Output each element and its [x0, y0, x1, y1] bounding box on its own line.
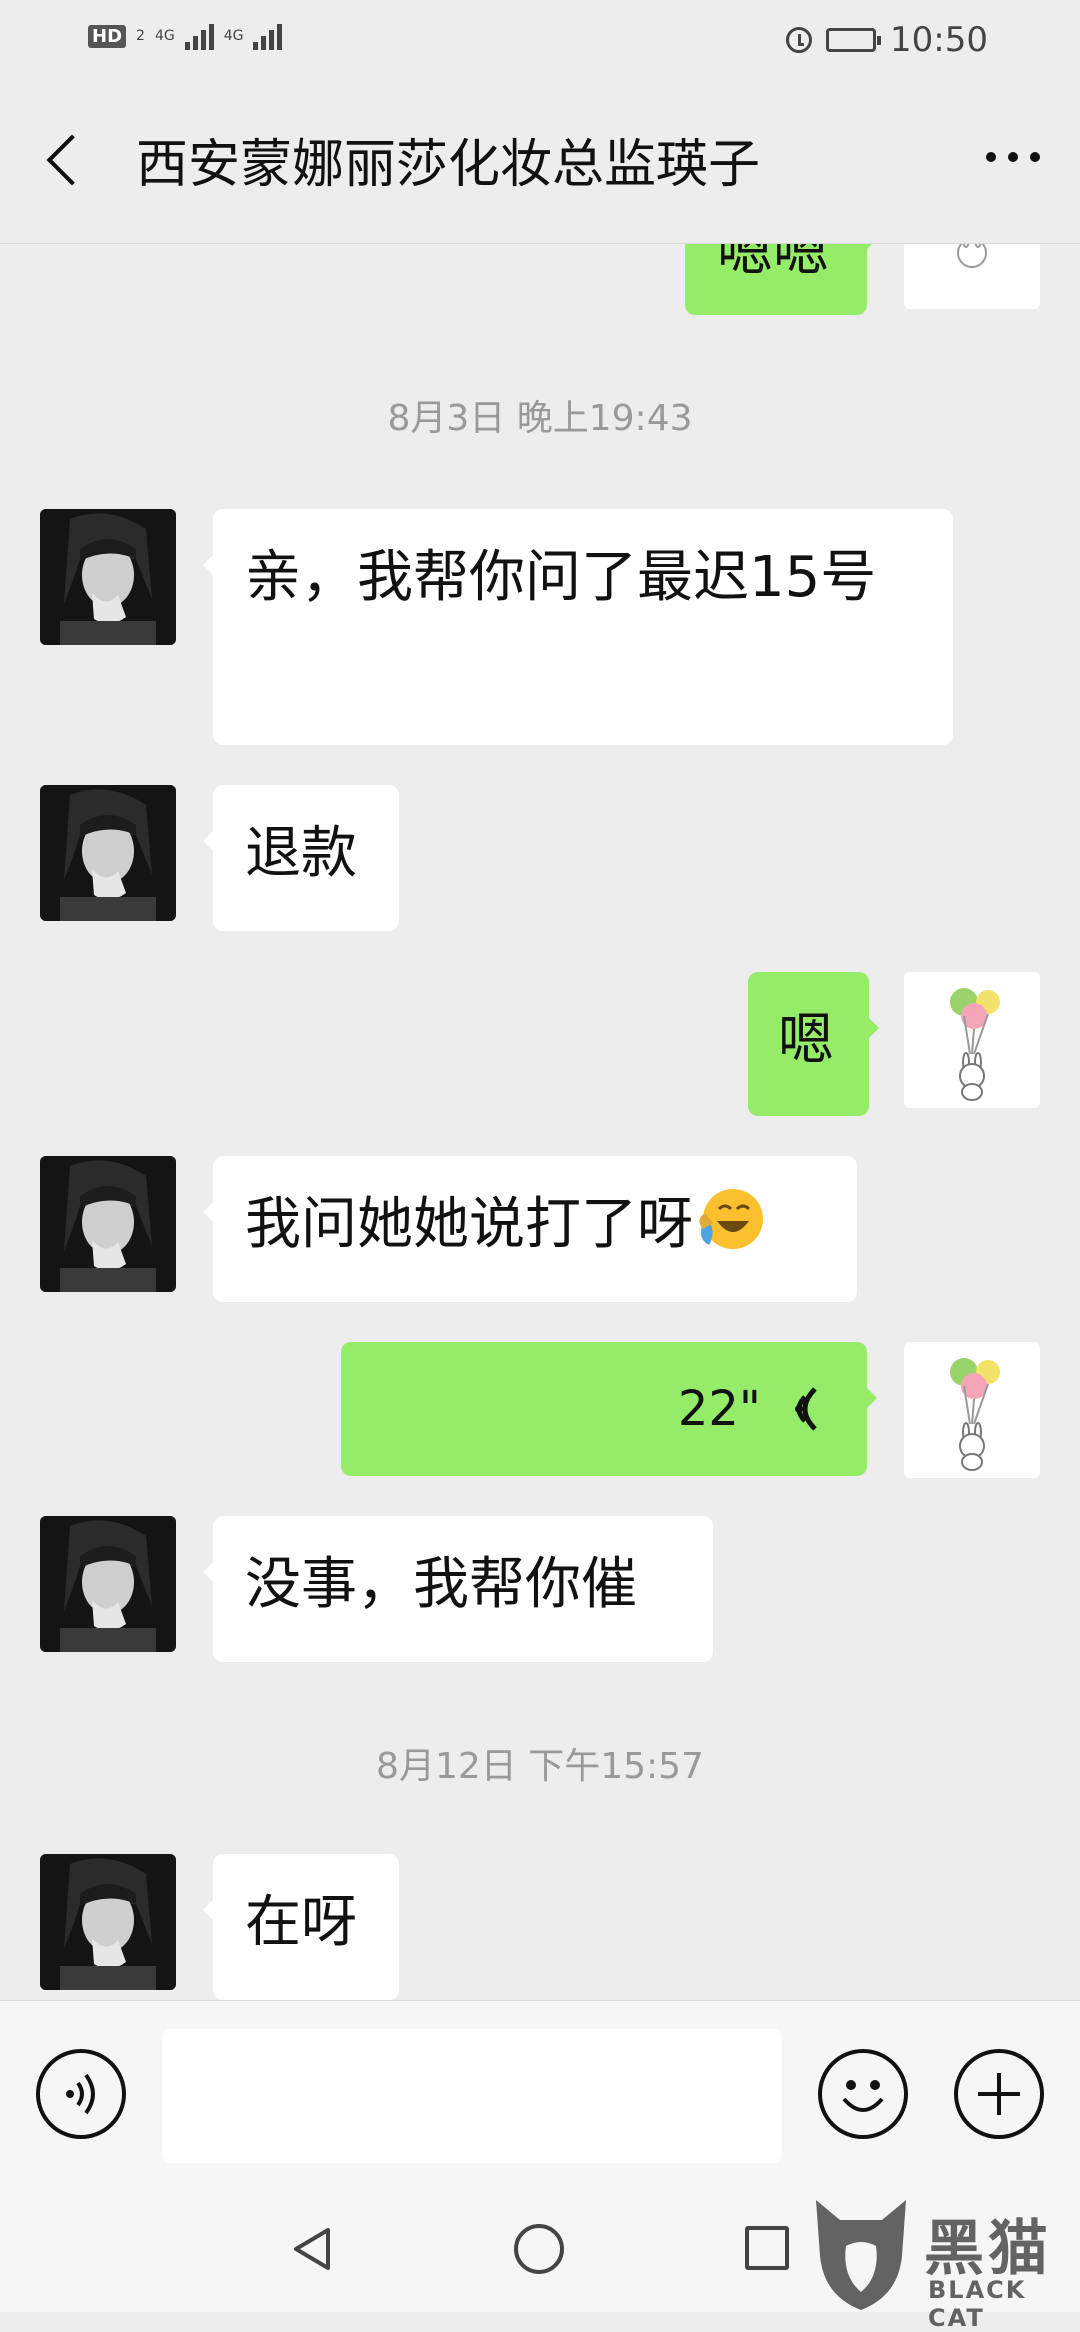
- nav-recent-icon[interactable]: [745, 2226, 789, 2270]
- timestamp: 8月3日 晚上19:43: [387, 398, 693, 439]
- battery-icon: [826, 28, 882, 52]
- chat-header: 西安蒙娜丽莎化妆总监瑛子: [0, 80, 1080, 244]
- voice-message-bubble[interactable]: 22": [341, 1342, 877, 1476]
- back-icon[interactable]: [40, 120, 100, 200]
- face-with-tears-of-joy-emoji: [699, 1189, 763, 1249]
- message-text: 嗯嗯: [717, 243, 829, 284]
- contact-avatar[interactable]: [40, 1156, 176, 1292]
- timestamp: 8月12日 下午15:57: [376, 1746, 704, 1787]
- message-bubble-incoming[interactable]: 我问她她说打了呀: [203, 1156, 857, 1302]
- message-bubble-incoming[interactable]: 亲，我帮你问了最迟15号: [203, 509, 953, 745]
- network-type-1: 4G: [154, 28, 175, 44]
- chat-title: 西安蒙娜丽莎化妆总监瑛子: [136, 135, 761, 195]
- message-text: 没事，我帮你催: [245, 1552, 637, 1617]
- watermark-brand: 黑猫: [924, 2214, 1052, 2284]
- voice-duration: 22": [677, 1381, 761, 1437]
- voice-input-icon[interactable]: [36, 2049, 126, 2139]
- message-text: 我问她她说打了呀: [245, 1192, 693, 1257]
- message-bubble-outgoing[interactable]: 嗯嗯: [685, 243, 877, 315]
- plus-icon[interactable]: [954, 2049, 1044, 2139]
- message-bubble-incoming[interactable]: 没事，我帮你催: [203, 1516, 713, 1662]
- watermark-brand-en: BLACK CAT: [928, 2276, 1027, 2332]
- sim2-label: 2: [136, 28, 145, 44]
- status-bar: HD 2 4G 4G 10:50: [0, 0, 1080, 80]
- signal-icon: [253, 22, 283, 50]
- message-bubble-incoming[interactable]: 退款: [203, 785, 399, 931]
- self-avatar[interactable]: [904, 1342, 1040, 1478]
- message-bubble-outgoing[interactable]: 嗯: [748, 972, 879, 1116]
- self-avatar[interactable]: [904, 243, 1040, 309]
- self-avatar[interactable]: [904, 972, 1040, 1108]
- contact-avatar[interactable]: [40, 785, 176, 921]
- message-input[interactable]: [162, 2029, 782, 2163]
- network-type-2: 4G: [223, 28, 244, 44]
- message-text: 退款: [245, 821, 357, 886]
- message-text: 在呀: [245, 1890, 357, 1955]
- contact-avatar[interactable]: [40, 1516, 176, 1652]
- voice-playback-icon: [795, 1387, 817, 1431]
- nav-home-icon[interactable]: [514, 2224, 564, 2274]
- status-time: 10:50: [890, 20, 988, 60]
- signal-icon: [184, 22, 214, 50]
- more-icon[interactable]: [986, 152, 1040, 162]
- chat-messages[interactable]: 嗯嗯 8月3日 晚上19:43 亲，我帮你问了最迟15号 退款 嗯 我问她她说打…: [0, 243, 1080, 2000]
- watermark-logo: 黑猫 BLACK CAT: [806, 2196, 1080, 2332]
- contact-avatar[interactable]: [40, 1854, 176, 1990]
- status-right: 10:50: [786, 20, 988, 60]
- nav-back-icon[interactable]: [288, 2224, 338, 2274]
- message-bubble-incoming[interactable]: 在呀: [203, 1854, 399, 2000]
- status-left: HD 2 4G 4G: [88, 22, 283, 50]
- alarm-icon: [786, 27, 813, 53]
- input-bar: [0, 2000, 1080, 2187]
- contact-avatar[interactable]: [40, 509, 176, 645]
- emoji-icon[interactable]: [818, 2049, 908, 2139]
- black-cat-logo-icon: [816, 2200, 906, 2310]
- message-text: 亲，我帮你问了最迟15号: [245, 545, 877, 610]
- hd-badge: HD: [88, 24, 127, 48]
- message-text: 嗯: [778, 1008, 834, 1073]
